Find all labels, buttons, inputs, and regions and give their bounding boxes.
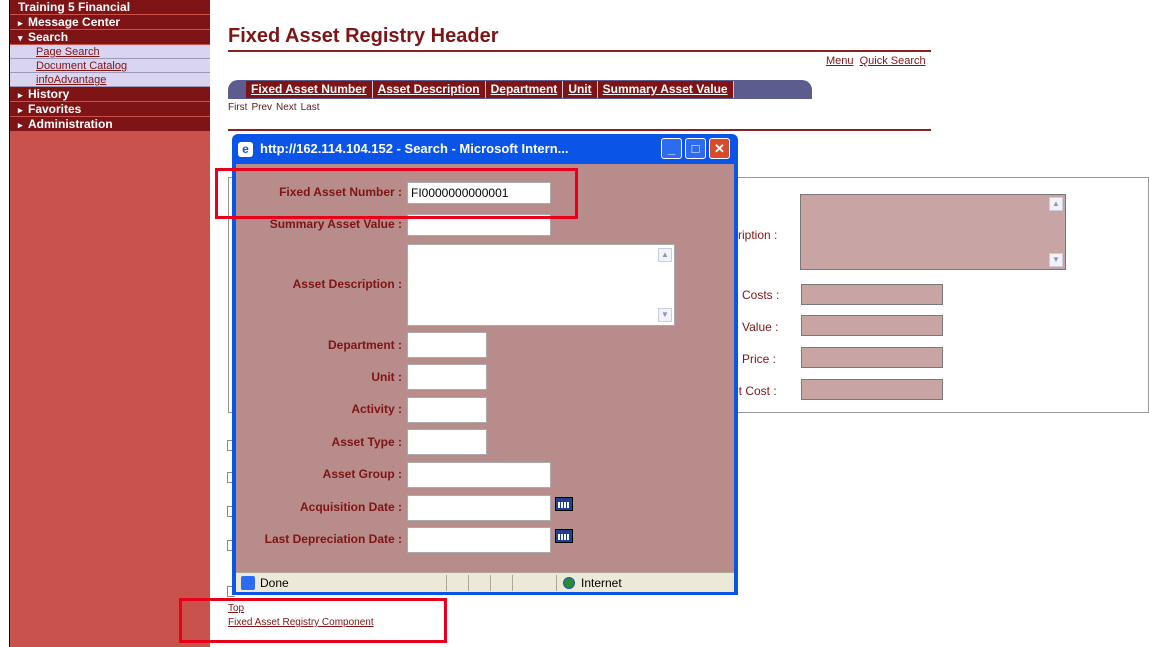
label-department: Department : <box>327 338 402 352</box>
scroll-up-icon[interactable]: ▲ <box>658 248 672 262</box>
scroll-up-icon[interactable]: ▲ <box>1049 197 1063 211</box>
sidebar-title: Training 5 Financial <box>10 0 210 15</box>
divider <box>228 50 931 52</box>
activity-input[interactable] <box>407 397 487 423</box>
label-summary-asset-value: Summary Asset Value : <box>269 217 402 231</box>
department-input[interactable] <box>407 332 487 358</box>
tab-unit[interactable]: Unit <box>563 81 598 98</box>
minimize-button[interactable]: _ <box>661 138 682 159</box>
status-cell <box>468 575 488 591</box>
tab-asset-description[interactable]: Asset Description <box>372 81 486 98</box>
sidebar-link-infoadvantage[interactable]: infoAdvantage <box>10 73 210 87</box>
pager-first[interactable]: First <box>228 102 247 113</box>
status-bar: Done Internet <box>236 572 734 592</box>
chevron-down-icon: ▾ <box>18 33 23 43</box>
asset-description-textarea[interactable]: ▲ ▼ <box>407 244 675 326</box>
acquisition-date-input[interactable] <box>407 495 551 521</box>
costs-field[interactable] <box>801 284 943 305</box>
pager-prev[interactable]: Prev <box>251 102 272 113</box>
status-cell <box>490 575 510 591</box>
sidebar-link-document-catalog[interactable]: Document Catalog <box>10 59 210 73</box>
tab-department[interactable]: Department <box>485 81 564 98</box>
tab-list: Fixed Asset Number Asset Description Dep… <box>246 81 734 98</box>
sidebar-item-message-center[interactable]: ▸ Message Center <box>10 15 210 30</box>
label-acquisition-date: Acquisition Date : <box>299 500 402 514</box>
cost-field[interactable] <box>801 379 943 400</box>
maximize-button[interactable]: □ <box>685 138 706 159</box>
quick-search-link[interactable]: Quick Search <box>860 55 926 67</box>
asset-group-input[interactable] <box>407 462 551 488</box>
calendar-icon[interactable] <box>555 497 573 511</box>
label-activity: Activity : <box>351 402 402 416</box>
globe-icon <box>563 577 575 589</box>
label-asset-type: Asset Type : <box>331 435 402 449</box>
status-cell <box>512 575 532 591</box>
label-last-depreciation-date: Last Depreciation Date : <box>264 532 402 546</box>
highlight-box <box>179 598 447 643</box>
label-asset-description: Asset Description : <box>292 277 402 291</box>
field-label: cription : <box>732 228 778 242</box>
sidebar-link-page-search[interactable]: Page Search <box>10 45 210 59</box>
label-unit: Unit : <box>371 370 402 384</box>
tab-summary-asset-value[interactable]: Summary Asset Value <box>597 81 734 98</box>
sidebar: Training 5 Financial ▸ Message Center ▾ Se… <box>10 0 210 647</box>
chevron-right-icon: ▸ <box>18 120 23 130</box>
scroll-down-icon[interactable]: ▼ <box>1049 253 1063 267</box>
asset-type-input[interactable] <box>407 429 487 455</box>
tab-fixed-asset-number[interactable]: Fixed Asset Number <box>246 81 373 98</box>
calendar-icon[interactable] <box>555 529 573 543</box>
chevron-right-icon: ▸ <box>18 105 23 115</box>
field-label: g Costs : <box>732 288 780 302</box>
pager: First Prev Next Last <box>228 102 323 113</box>
window-title: http://162.114.104.152 - Search - Micros… <box>260 141 569 156</box>
search-form: Fixed Asset Number : FI0000000000001 Sum… <box>236 164 734 572</box>
pager-last[interactable]: Last <box>301 102 320 113</box>
highlight-box <box>215 168 578 219</box>
last-depreciation-date-input[interactable] <box>407 527 551 553</box>
field-label: e Value : <box>732 320 779 334</box>
divider <box>228 129 931 131</box>
unit-input[interactable] <box>407 364 487 390</box>
ie-icon: e <box>238 142 253 157</box>
sidebar-item-favorites[interactable]: ▸ Favorites <box>10 102 210 117</box>
zone-label: Internet <box>581 576 622 590</box>
sidebar-item-administration[interactable]: ▸ Administration <box>10 117 210 132</box>
pager-next[interactable]: Next <box>276 102 297 113</box>
sidebar-item-search[interactable]: ▾ Search <box>10 30 210 45</box>
status-cell <box>446 575 466 591</box>
price-field[interactable] <box>801 347 943 368</box>
status-text: Done <box>260 576 289 590</box>
label-asset-group: Asset Group : <box>322 467 402 481</box>
page-title: Fixed Asset Registry Header <box>228 25 499 47</box>
chevron-right-icon: ▸ <box>18 90 23 100</box>
scroll-down-icon[interactable]: ▼ <box>658 308 672 322</box>
close-button[interactable]: ✕ <box>709 138 730 159</box>
menu-link[interactable]: Menu <box>826 55 854 67</box>
description-field[interactable]: ▲ ▼ <box>800 194 1066 270</box>
chevron-right-icon: ▸ <box>18 18 23 28</box>
field-label: g Price : <box>732 352 777 366</box>
field-label: et Cost : <box>732 384 777 398</box>
sidebar-item-history[interactable]: ▸ History <box>10 87 210 102</box>
top-links: Menu Quick Search <box>823 55 926 67</box>
page-icon <box>241 576 255 590</box>
value-field[interactable] <box>801 315 943 336</box>
